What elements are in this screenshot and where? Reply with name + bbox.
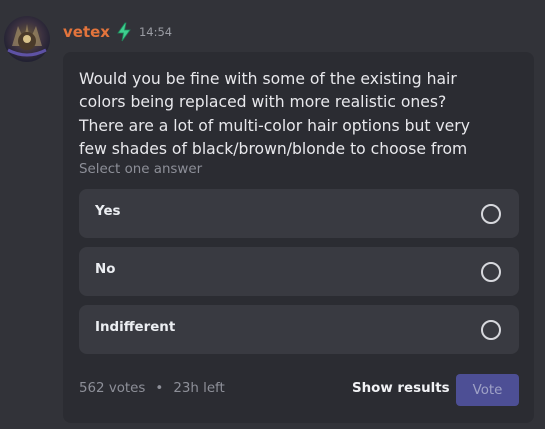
username[interactable]: vetex [63, 23, 110, 41]
poll-card: Would you be fine with some of the exist… [63, 52, 534, 423]
poll-option-no[interactable]: No [79, 247, 519, 296]
message-header: vetex 14:54 [63, 20, 172, 44]
poll-meta: 562 votes • 23h left [79, 381, 225, 396]
poll-prompt: Select one answer [79, 162, 203, 177]
radio-button[interactable] [481, 204, 501, 224]
poll-option-label: Yes [95, 204, 121, 219]
separator-dot: • [155, 381, 164, 396]
poll-question-line: There are a lot of multi-color hair opti… [79, 116, 470, 135]
poll-option-yes[interactable]: Yes [79, 189, 519, 238]
avatar[interactable] [4, 16, 50, 62]
poll-option-indifferent[interactable]: Indifferent [79, 305, 519, 354]
poll-question: Would you be fine with some of the exist… [79, 68, 519, 161]
lightning-bolt-icon[interactable] [115, 22, 133, 42]
timestamp: 14:54 [138, 25, 173, 39]
time-left: 23h left [173, 381, 225, 396]
poll-question-line: colors being replaced with more realisti… [79, 93, 447, 112]
radio-button[interactable] [481, 320, 501, 340]
vote-button[interactable]: Vote [456, 374, 519, 406]
radio-button[interactable] [481, 262, 501, 282]
show-results-button[interactable]: Show results [352, 381, 450, 396]
vote-count: 562 votes [79, 381, 146, 396]
avatar-art [7, 24, 47, 57]
poll-option-label: Indifferent [95, 320, 176, 335]
poll-question-line: Would you be fine with some of the exist… [79, 70, 457, 88]
poll-question-line: few shades of black/brown/blonde to choo… [79, 139, 468, 158]
poll-option-label: No [95, 262, 116, 277]
